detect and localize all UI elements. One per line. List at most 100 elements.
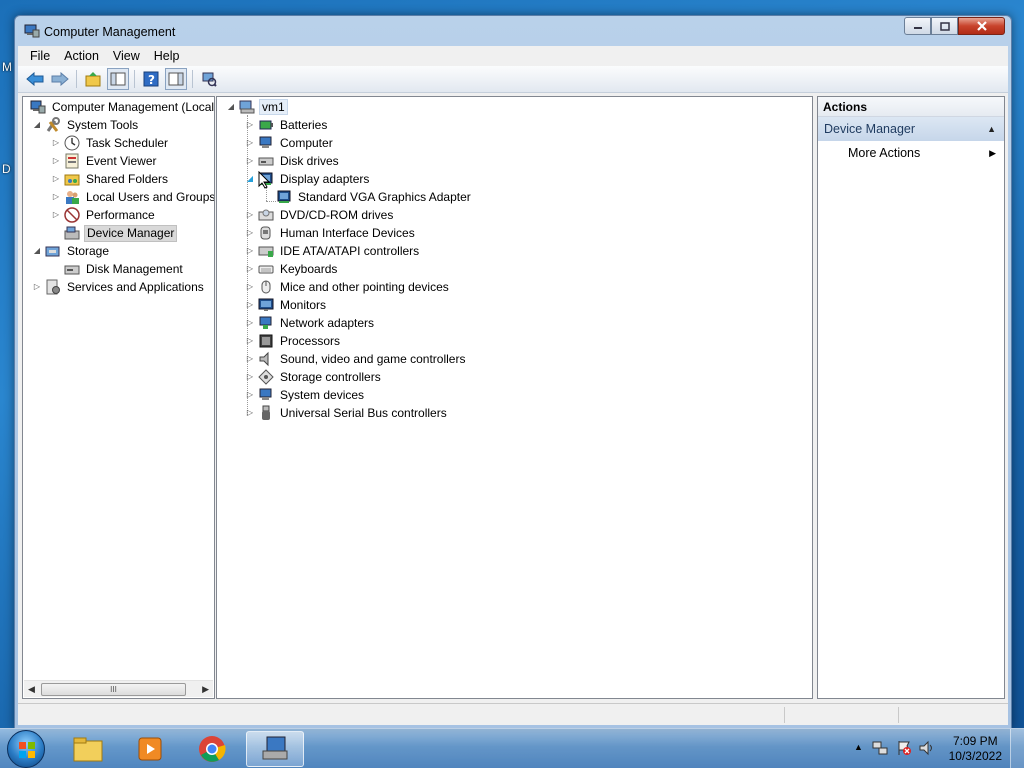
back-arrow-icon[interactable]	[24, 68, 46, 90]
up-folder-icon[interactable]	[82, 68, 104, 90]
menu-view[interactable]: View	[106, 49, 147, 63]
expand-arrow-icon[interactable]: ▷	[245, 120, 255, 130]
device-category-computer[interactable]: ▷ Computer	[245, 134, 335, 152]
minimize-button[interactable]	[904, 17, 931, 35]
expand-arrow-icon[interactable]: ▷	[245, 228, 255, 238]
tree-item-device-manager[interactable]: Device Manager	[51, 224, 178, 242]
expand-arrow-icon[interactable]: ▷	[245, 138, 255, 148]
folder-icon	[73, 737, 103, 762]
scrollbar-thumb[interactable]: III	[41, 683, 186, 696]
device-category-label: Disk drives	[280, 154, 339, 168]
expand-arrow-icon[interactable]: ▷	[245, 390, 255, 400]
show-hidden-icons-arrow[interactable]: ▲	[854, 742, 863, 752]
show-hide-action-pane-icon[interactable]	[165, 68, 187, 90]
collapse-section-icon[interactable]: ▲	[987, 117, 996, 141]
expand-arrow-icon[interactable]: ▷	[51, 210, 61, 220]
collapse-arrow-icon[interactable]: ◢	[226, 102, 236, 112]
tree-item-local-users-groups[interactable]: ▷ Local Users and Groups	[51, 188, 214, 206]
expand-arrow-icon[interactable]: ▷	[245, 156, 255, 166]
taskbar-media-player-button[interactable]	[122, 731, 178, 767]
device-category-storage-controllers[interactable]: ▷ Storage controllers	[245, 368, 383, 386]
device-category-label: Network adapters	[280, 316, 375, 330]
device-category-processors[interactable]: ▷ Processors	[245, 332, 342, 350]
device-category-keyboards[interactable]: ▷ Keyboards	[245, 260, 339, 278]
device-category-ide-ata-atapi-controllers[interactable]: ▷ IDE ATA/ATAPI controllers	[245, 242, 421, 260]
expand-arrow-icon[interactable]: ▷	[245, 282, 255, 292]
client-area: Computer Management (Local ◢ System Tool…	[18, 93, 1008, 725]
menu-file[interactable]: File	[23, 49, 57, 63]
tree-item-event-viewer[interactable]: ▷ Event Viewer	[51, 152, 158, 170]
tree-item-performance[interactable]: ▷ Performance	[51, 206, 157, 224]
device-category-batteries[interactable]: ▷ Batteries	[245, 116, 329, 134]
volume-icon[interactable]	[918, 740, 936, 759]
title-bar[interactable]: Computer Management	[15, 16, 1011, 46]
expand-arrow-icon[interactable]: ▷	[245, 372, 255, 382]
tree-item-system-tools[interactable]: ◢ System Tools	[32, 116, 140, 134]
scan-hardware-changes-icon[interactable]	[198, 68, 220, 90]
tree-item-shared-folders[interactable]: ▷ Shared Folders	[51, 170, 170, 188]
expand-arrow-icon[interactable]: ▷	[51, 156, 61, 166]
maximize-button[interactable]	[931, 17, 958, 35]
expand-arrow-icon[interactable]: ▷	[32, 282, 42, 292]
services-icon	[45, 279, 61, 295]
expand-arrow-icon[interactable]: ▷	[245, 210, 255, 220]
device-category-universal-serial-bus-controllers[interactable]: ▷ Universal Serial Bus controllers	[245, 404, 449, 422]
device-category-system-devices[interactable]: ▷ System devices	[245, 386, 366, 404]
device-category-mice-and-other-pointing-devices[interactable]: ▷ Mice and other pointing devices	[245, 278, 451, 296]
scroll-left-arrow-icon[interactable]: ◀	[28, 684, 35, 695]
expand-arrow-icon[interactable]: ▷	[245, 264, 255, 274]
expand-arrow-icon[interactable]: ▷	[51, 192, 61, 202]
actions-section-device-manager[interactable]: Device Manager ▲	[818, 117, 1004, 141]
help-icon[interactable]: ?	[140, 68, 162, 90]
network-icon[interactable]	[872, 740, 888, 759]
clock[interactable]: 7:09 PM 10/3/2022	[949, 734, 1002, 764]
expand-arrow-icon[interactable]: ▷	[245, 300, 255, 310]
scroll-right-arrow-icon[interactable]: ▶	[202, 684, 209, 695]
device-tree-root[interactable]: ◢ vm1	[226, 98, 288, 116]
device-category-standard-vga-graphics-adapter[interactable]: Standard VGA Graphics Adapter	[263, 188, 473, 206]
device-category-label: Processors	[280, 334, 341, 348]
device-category-monitors[interactable]: ▷ Monitors	[245, 296, 328, 314]
device-category-disk-drives[interactable]: ▷ Disk drives	[245, 152, 341, 170]
tree-item-storage[interactable]: ◢ Storage	[32, 242, 111, 260]
action-center-icon[interactable]	[896, 740, 912, 759]
tree-item-task-scheduler[interactable]: ▷ Task Scheduler	[51, 134, 170, 152]
tools-icon	[45, 117, 61, 133]
collapse-arrow-icon[interactable]: ◢	[32, 246, 42, 256]
show-desktop-button[interactable]	[1010, 729, 1024, 768]
horizontal-scrollbar[interactable]: ◀ III ▶	[24, 680, 213, 697]
show-hide-console-tree-icon[interactable]	[107, 68, 129, 90]
close-button[interactable]	[958, 17, 1005, 35]
more-actions-item[interactable]: More Actions ▶	[818, 141, 1004, 165]
expand-arrow-icon[interactable]: ▷	[245, 246, 255, 256]
tree-item-computer-management[interactable]: Computer Management (Local	[26, 98, 214, 116]
taskbar-chrome-button[interactable]	[184, 731, 240, 767]
device-category-human-interface-devices[interactable]: ▷ Human Interface Devices	[245, 224, 417, 242]
tree-item-services-applications[interactable]: ▷ Services and Applications	[32, 278, 206, 296]
submenu-arrow-icon: ▶	[989, 148, 996, 158]
toolbar-separator	[134, 70, 135, 88]
taskbar-computer-management-button[interactable]	[246, 731, 304, 767]
desktop-icon-label-m: M	[2, 60, 12, 74]
window-title: Computer Management	[44, 25, 176, 39]
start-button[interactable]	[7, 730, 45, 768]
collapse-arrow-icon[interactable]: ◢	[245, 174, 255, 184]
menu-action[interactable]: Action	[57, 49, 106, 63]
taskbar-explorer-button[interactable]	[60, 731, 116, 767]
toolbar-separator	[192, 70, 193, 88]
device-category-dvd-cd-rom-drives[interactable]: ▷ DVD/CD-ROM drives	[245, 206, 395, 224]
collapse-arrow-icon[interactable]: ◢	[32, 120, 42, 130]
menu-help[interactable]: Help	[147, 49, 187, 63]
forward-arrow-icon[interactable]	[49, 68, 71, 90]
device-category-label: Universal Serial Bus controllers	[280, 406, 447, 420]
desktop-icon-label-d: D	[2, 162, 11, 176]
expand-arrow-icon[interactable]: ▷	[245, 336, 255, 346]
expand-arrow-icon[interactable]: ▷	[51, 138, 61, 148]
expand-arrow-icon[interactable]: ▷	[245, 354, 255, 364]
expand-arrow-icon[interactable]: ▷	[245, 318, 255, 328]
expand-arrow-icon[interactable]: ▷	[51, 174, 61, 184]
device-category-sound-video-and-game-controllers[interactable]: ▷ Sound, video and game controllers	[245, 350, 467, 368]
expand-arrow-icon[interactable]: ▷	[245, 408, 255, 418]
tree-item-disk-management[interactable]: Disk Management	[51, 260, 185, 278]
device-category-network-adapters[interactable]: ▷ Network adapters	[245, 314, 376, 332]
